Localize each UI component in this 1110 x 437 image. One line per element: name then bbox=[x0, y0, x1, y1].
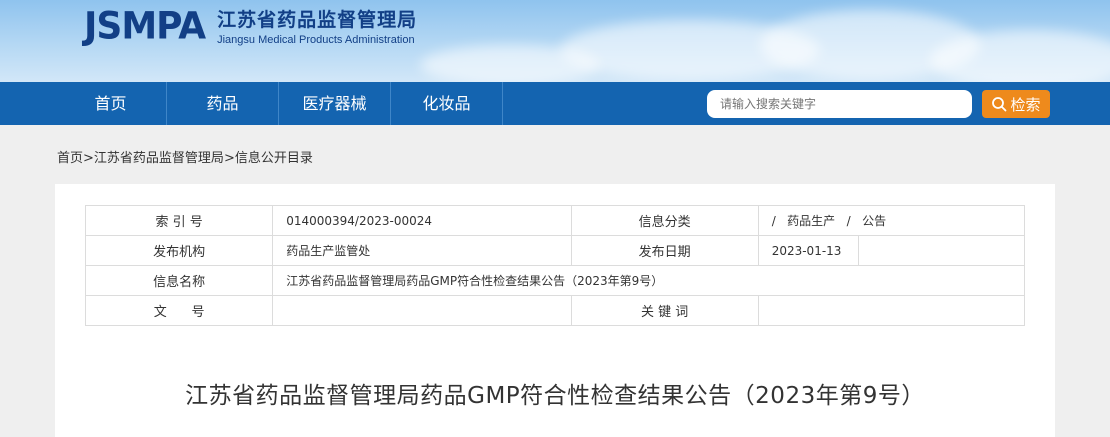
article-title: 江苏省药品监督管理局药品GMP符合性检查结果公告（2023年第9号） bbox=[185, 383, 925, 409]
name-label: 信息名称 bbox=[84, 265, 274, 296]
table-row: 索 引 号 014000394/2023-00024 信息分类 / 药品生产 /… bbox=[84, 205, 1026, 236]
index-value: 014000394/2023-00024 bbox=[272, 205, 572, 236]
category-label: 信息分类 bbox=[570, 205, 759, 236]
breadcrumb-home[interactable]: 首页 bbox=[57, 151, 83, 166]
keywords-label: 关 键 词 bbox=[570, 295, 759, 326]
logo-mark: JSMPA bbox=[84, 4, 206, 49]
publisher-value: 药品生产监管处 bbox=[272, 235, 572, 266]
docno-value bbox=[272, 295, 572, 326]
nav-item-home[interactable]: 首页 bbox=[55, 82, 167, 125]
index-label: 索 引 号 bbox=[84, 205, 274, 236]
breadcrumb-separator: > bbox=[223, 151, 235, 166]
table-row: 发布机构 药品生产监管处 发布日期 2023-01-13 bbox=[84, 235, 1026, 266]
main-nav: 首页 药品 医疗器械 化妆品 检索 bbox=[0, 82, 1110, 125]
info-metadata-table: 索 引 号 014000394/2023-00024 信息分类 / 药品生产 /… bbox=[84, 205, 1026, 326]
date-value: 2023-01-13 bbox=[757, 235, 859, 266]
search-icon bbox=[992, 97, 1007, 112]
category-value: / 药品生产 / 公告 bbox=[757, 205, 1026, 236]
content-panel: 索 引 号 014000394/2023-00024 信息分类 / 药品生产 /… bbox=[55, 184, 1055, 437]
search-input[interactable] bbox=[707, 90, 972, 118]
docno-label: 文 号 bbox=[84, 295, 274, 326]
empty-cell bbox=[857, 235, 1026, 266]
keywords-value bbox=[757, 295, 1026, 326]
publisher-label: 发布机构 bbox=[84, 235, 274, 266]
site-name-cn: 江苏省药品监督管理局 bbox=[217, 8, 418, 31]
breadcrumb: 首页>江苏省药品监督管理局>信息公开目录 bbox=[57, 147, 313, 166]
banner-cloud bbox=[420, 45, 600, 82]
breadcrumb-agency[interactable]: 江苏省药品监督管理局 bbox=[94, 151, 224, 166]
nav-item-cosmetics[interactable]: 化妆品 bbox=[391, 82, 503, 125]
name-value: 江苏省药品监督管理局药品GMP符合性检查结果公告（2023年第9号） bbox=[272, 265, 1025, 296]
breadcrumb-separator: > bbox=[83, 151, 94, 166]
table-row: 文 号 关 键 词 bbox=[84, 295, 1026, 326]
site-name-en: Jiangsu Medical Products Administration bbox=[217, 33, 415, 46]
site-logo[interactable]: JSMPA 江苏省药品监督管理局 Jiangsu Medical Product… bbox=[84, 4, 417, 49]
nav-item-medical-devices[interactable]: 医疗器械 bbox=[279, 82, 391, 125]
search-button-label: 检索 bbox=[1010, 95, 1041, 114]
logo-text: 江苏省药品监督管理局 Jiangsu Medical Products Admi… bbox=[217, 9, 417, 47]
breadcrumb-catalog[interactable]: 信息公开目录 bbox=[235, 151, 313, 166]
nav-item-drugs[interactable]: 药品 bbox=[167, 82, 279, 125]
search-button[interactable]: 检索 bbox=[982, 90, 1050, 118]
header-banner: JSMPA 江苏省药品监督管理局 Jiangsu Medical Product… bbox=[0, 0, 1110, 82]
table-row: 信息名称 江苏省药品监督管理局药品GMP符合性检查结果公告（2023年第9号） bbox=[84, 265, 1025, 296]
date-label: 发布日期 bbox=[570, 235, 759, 266]
